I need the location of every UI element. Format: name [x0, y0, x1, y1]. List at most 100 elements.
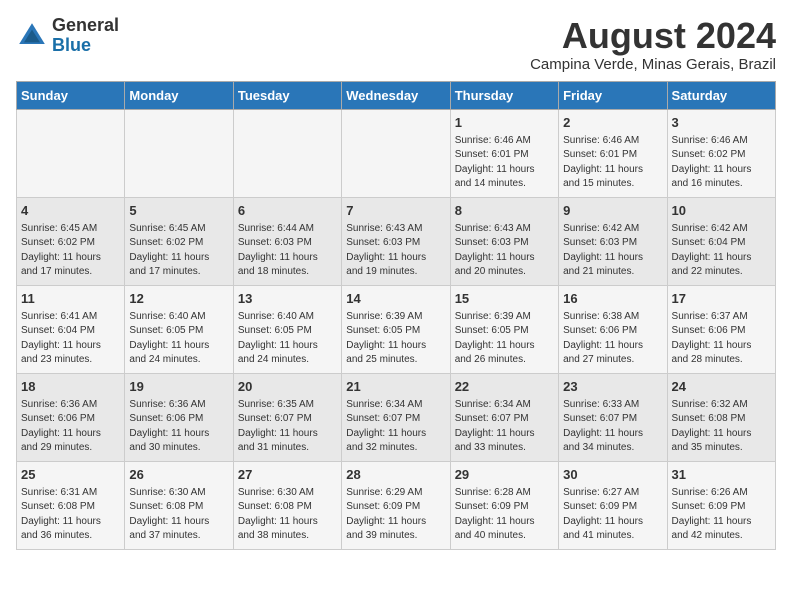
day-info: Sunrise: 6:34 AM Sunset: 6:07 PM Dayligh… [346, 398, 445, 456]
location-title: Campina Verde, Minas Gerais, Brazil [530, 56, 776, 73]
day-number: 20 [238, 378, 337, 396]
day-info: Sunrise: 6:41 AM Sunset: 6:04 PM Dayligh… [21, 310, 120, 368]
calendar-cell: 19 Sunrise: 6:36 AM Sunset: 6:06 PM Dayli… [125, 373, 233, 461]
day-number: 12 [129, 290, 228, 308]
calendar-table: SundayMondayTuesdayWednesdayThursdayFrid… [16, 81, 776, 550]
day-number: 17 [672, 290, 771, 308]
day-info: Sunrise: 6:44 AM Sunset: 6:03 PM Dayligh… [238, 222, 337, 280]
day-number: 9 [563, 202, 662, 220]
calendar-cell: 1 Sunrise: 6:46 AM Sunset: 6:01 PM Daylig… [450, 109, 558, 197]
calendar-header-row: SundayMondayTuesdayWednesdayThursdayFrid… [17, 81, 776, 109]
calendar-cell: 8 Sunrise: 6:43 AM Sunset: 6:03 PM Daylig… [450, 197, 558, 285]
day-info: Sunrise: 6:33 AM Sunset: 6:07 PM Dayligh… [563, 398, 662, 456]
calendar-cell: 18 Sunrise: 6:36 AM Sunset: 6:06 PM Dayli… [17, 373, 125, 461]
day-info: Sunrise: 6:40 AM Sunset: 6:05 PM Dayligh… [129, 310, 228, 368]
day-info: Sunrise: 6:27 AM Sunset: 6:09 PM Dayligh… [563, 486, 662, 544]
day-info: Sunrise: 6:39 AM Sunset: 6:05 PM Dayligh… [346, 310, 445, 368]
calendar-cell: 21Sunrise: 6:34 AM Sunset: 6:07 PM Dayli… [342, 373, 450, 461]
logo-icon [16, 20, 48, 52]
day-number: 6 [238, 202, 337, 220]
calendar-cell: 30 Sunrise: 6:27 AM Sunset: 6:09 PM Dayli… [559, 461, 667, 549]
calendar-cell: 4Sunrise: 6:45 AM Sunset: 6:02 PM Daylig… [17, 197, 125, 285]
calendar-body: 1 Sunrise: 6:46 AM Sunset: 6:01 PM Daylig… [17, 109, 776, 549]
day-number: 8 [455, 202, 554, 220]
day-number: 7 [346, 202, 445, 220]
calendar-cell: 3 Sunrise: 6:46 AM Sunset: 6:02 PM Daylig… [667, 109, 775, 197]
day-number: 24 [672, 378, 771, 396]
day-info: Sunrise: 6:46 AM Sunset: 6:01 PM Dayligh… [455, 134, 554, 192]
day-info: Sunrise: 6:45 AM Sunset: 6:02 PM Dayligh… [21, 222, 120, 280]
calendar-cell: 25 Sunrise: 6:31 AM Sunset: 6:08 PM Dayli… [17, 461, 125, 549]
calendar-cell: 10 Sunrise: 6:42 AM Sunset: 6:04 PM Dayli… [667, 197, 775, 285]
day-number: 13 [238, 290, 337, 308]
day-number: 25 [21, 466, 120, 484]
day-info: Sunrise: 6:30 AM Sunset: 6:08 PM Dayligh… [238, 486, 337, 544]
calendar-header-cell: Wednesday [342, 81, 450, 109]
day-info: Sunrise: 6:34 AM Sunset: 6:07 PM Dayligh… [455, 398, 554, 456]
day-info: Sunrise: 6:38 AM Sunset: 6:06 PM Dayligh… [563, 310, 662, 368]
calendar-header-cell: Saturday [667, 81, 775, 109]
calendar-cell: 12 Sunrise: 6:40 AM Sunset: 6:05 PM Dayli… [125, 285, 233, 373]
calendar-cell: 14 Sunrise: 6:39 AM Sunset: 6:05 PM Dayli… [342, 285, 450, 373]
calendar-cell: 11 Sunrise: 6:41 AM Sunset: 6:04 PM Dayli… [17, 285, 125, 373]
day-number: 19 [129, 378, 228, 396]
day-number: 10 [672, 202, 771, 220]
day-info: Sunrise: 6:32 AM Sunset: 6:08 PM Dayligh… [672, 398, 771, 456]
logo-blue: Blue [52, 35, 91, 55]
calendar-cell: 2Sunrise: 6:46 AM Sunset: 6:01 PM Daylig… [559, 109, 667, 197]
day-info: Sunrise: 6:31 AM Sunset: 6:08 PM Dayligh… [21, 486, 120, 544]
calendar-week-row: 1 Sunrise: 6:46 AM Sunset: 6:01 PM Daylig… [17, 109, 776, 197]
calendar-cell: 29Sunrise: 6:28 AM Sunset: 6:09 PM Dayli… [450, 461, 558, 549]
day-info: Sunrise: 6:43 AM Sunset: 6:03 PM Dayligh… [455, 222, 554, 280]
calendar-header-cell: Tuesday [233, 81, 341, 109]
day-info: Sunrise: 6:39 AM Sunset: 6:05 PM Dayligh… [455, 310, 554, 368]
calendar-cell [125, 109, 233, 197]
logo-text: General Blue [52, 16, 119, 56]
day-number: 1 [455, 114, 554, 132]
calendar-cell: 26Sunrise: 6:30 AM Sunset: 6:08 PM Dayli… [125, 461, 233, 549]
calendar-cell: 24 Sunrise: 6:32 AM Sunset: 6:08 PM Dayli… [667, 373, 775, 461]
day-number: 28 [346, 466, 445, 484]
day-number: 30 [563, 466, 662, 484]
day-number: 14 [346, 290, 445, 308]
day-number: 11 [21, 290, 120, 308]
day-number: 3 [672, 114, 771, 132]
day-info: Sunrise: 6:45 AM Sunset: 6:02 PM Dayligh… [129, 222, 228, 280]
calendar-cell: 17 Sunrise: 6:37 AM Sunset: 6:06 PM Dayli… [667, 285, 775, 373]
day-info: Sunrise: 6:29 AM Sunset: 6:09 PM Dayligh… [346, 486, 445, 544]
month-title: August 2024 [530, 16, 776, 56]
day-info: Sunrise: 6:36 AM Sunset: 6:06 PM Dayligh… [21, 398, 120, 456]
calendar-cell: 6 Sunrise: 6:44 AM Sunset: 6:03 PM Daylig… [233, 197, 341, 285]
calendar-cell: 13Sunrise: 6:40 AM Sunset: 6:05 PM Dayli… [233, 285, 341, 373]
day-info: Sunrise: 6:42 AM Sunset: 6:04 PM Dayligh… [672, 222, 771, 280]
calendar-week-row: 11 Sunrise: 6:41 AM Sunset: 6:04 PM Dayli… [17, 285, 776, 373]
day-number: 18 [21, 378, 120, 396]
calendar-week-row: 25 Sunrise: 6:31 AM Sunset: 6:08 PM Dayli… [17, 461, 776, 549]
calendar-cell: 27 Sunrise: 6:30 AM Sunset: 6:08 PM Dayli… [233, 461, 341, 549]
day-number: 26 [129, 466, 228, 484]
calendar-cell: 23 Sunrise: 6:33 AM Sunset: 6:07 PM Dayli… [559, 373, 667, 461]
day-info: Sunrise: 6:36 AM Sunset: 6:06 PM Dayligh… [129, 398, 228, 456]
day-number: 15 [455, 290, 554, 308]
calendar-header-cell: Sunday [17, 81, 125, 109]
day-number: 27 [238, 466, 337, 484]
calendar-cell: 9Sunrise: 6:42 AM Sunset: 6:03 PM Daylig… [559, 197, 667, 285]
calendar-header-cell: Thursday [450, 81, 558, 109]
day-info: Sunrise: 6:35 AM Sunset: 6:07 PM Dayligh… [238, 398, 337, 456]
calendar-cell: 15 Sunrise: 6:39 AM Sunset: 6:05 PM Dayli… [450, 285, 558, 373]
logo: General Blue [16, 16, 119, 56]
day-number: 29 [455, 466, 554, 484]
day-number: 2 [563, 114, 662, 132]
calendar-week-row: 18 Sunrise: 6:36 AM Sunset: 6:06 PM Dayli… [17, 373, 776, 461]
calendar-cell [233, 109, 341, 197]
day-number: 23 [563, 378, 662, 396]
calendar-cell: 31Sunrise: 6:26 AM Sunset: 6:09 PM Dayli… [667, 461, 775, 549]
calendar-header-cell: Friday [559, 81, 667, 109]
day-number: 16 [563, 290, 662, 308]
calendar-header-cell: Monday [125, 81, 233, 109]
day-info: Sunrise: 6:46 AM Sunset: 6:02 PM Dayligh… [672, 134, 771, 192]
logo-general: General [52, 15, 119, 35]
day-info: Sunrise: 6:26 AM Sunset: 6:09 PM Dayligh… [672, 486, 771, 544]
calendar-cell: 28 Sunrise: 6:29 AM Sunset: 6:09 PM Dayli… [342, 461, 450, 549]
day-info: Sunrise: 6:37 AM Sunset: 6:06 PM Dayligh… [672, 310, 771, 368]
